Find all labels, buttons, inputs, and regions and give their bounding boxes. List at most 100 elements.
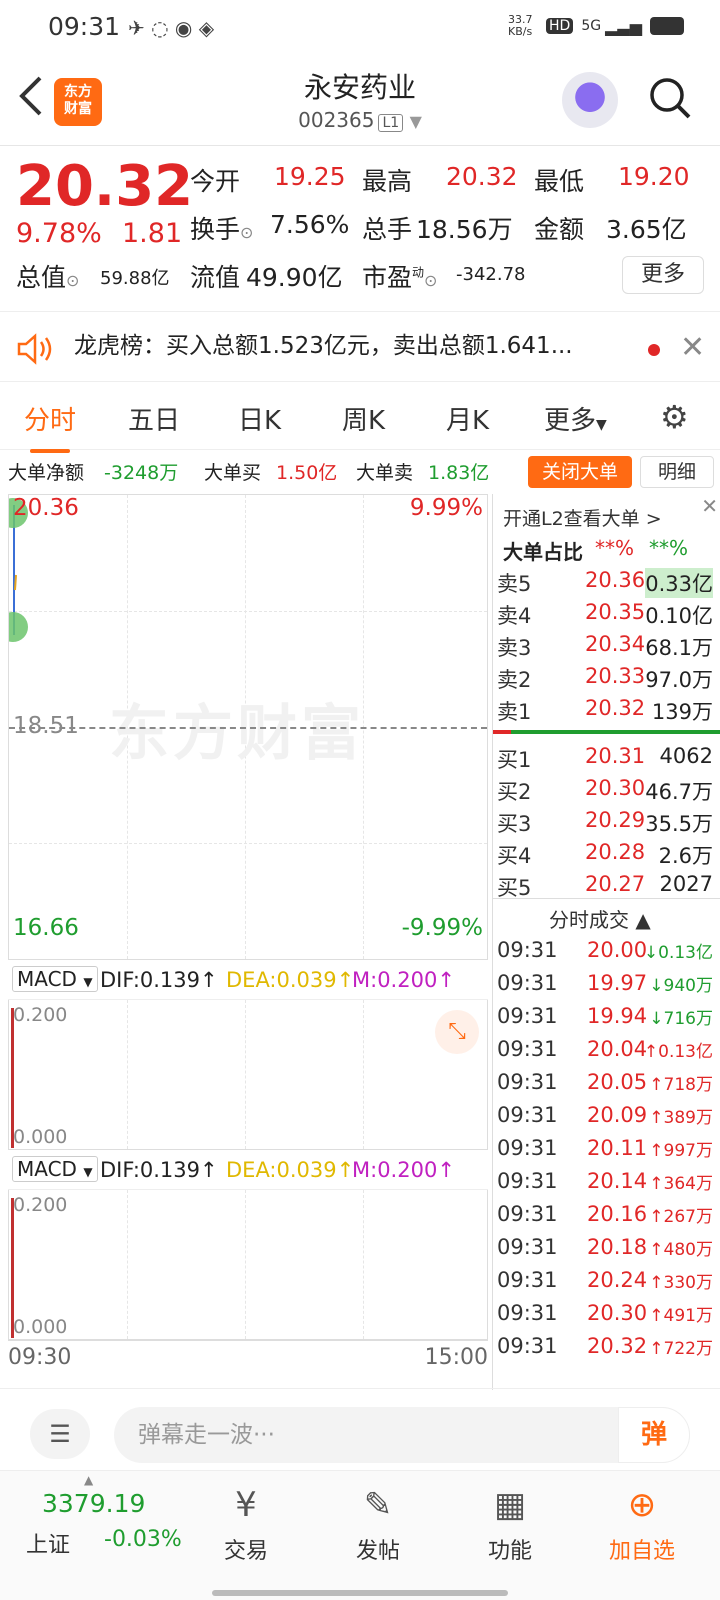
danmu-settings-icon[interactable]: ☰ (30, 1409, 90, 1459)
bid-row[interactable]: 买2 20.30 46.7万 (497, 776, 717, 806)
trade-price: 20.16 (587, 1202, 648, 1226)
pe-sup: 动 (412, 265, 425, 280)
nav-trade[interactable]: ¥ 交易 (196, 1481, 296, 1565)
ask-row[interactable]: 卖1 20.32 139万 (497, 696, 717, 726)
trade-volume: ↑480万 (649, 1240, 713, 1260)
turnover-value: 7.56% (270, 210, 350, 239)
divider (493, 898, 720, 899)
tab-5day[interactable]: 五日 (128, 400, 180, 437)
bottom-pct-label: -9.99% (401, 915, 483, 941)
bid-row[interactable]: 买4 20.28 2.6万 (497, 840, 717, 870)
book-ratio-bar (493, 730, 720, 734)
volume-value: 18.56万 (416, 215, 513, 244)
info-icon[interactable]: ⊙ (424, 271, 437, 290)
trade-volume: ↓940万 (649, 976, 713, 996)
info-icon[interactable]: ⊙ (66, 271, 79, 290)
m-text: M:0.200 (352, 1158, 438, 1182)
nav-add-watchlist[interactable]: ⊕ 加自选 (592, 1481, 692, 1565)
trade-volume: ↑997万 (649, 1141, 713, 1161)
macd-selector[interactable]: MACD ▼ (12, 1156, 98, 1182)
info-icon[interactable]: ⊙ (240, 223, 253, 242)
close-icon[interactable]: ✕ (680, 330, 705, 365)
bid-volume: 35.5万 (645, 812, 713, 836)
gear-icon[interactable]: ⚙ (660, 398, 689, 436)
search-icon[interactable] (648, 76, 692, 120)
grid-line (245, 1000, 246, 1149)
tab-week-k[interactable]: 周K (342, 400, 385, 437)
ask-price: 20.33 (585, 664, 646, 688)
status-bar: 09:31 ✈ ◌ ◉ ◈ 33.7 KB/s HD 5G ▂▃▅ (0, 0, 720, 56)
volume-label: 总手 (362, 215, 413, 244)
ai-assistant-icon[interactable] (562, 72, 618, 128)
close-big-order-button[interactable]: 关闭大单 (528, 456, 632, 488)
trades-title[interactable]: 分时成交 ▲ (549, 904, 651, 933)
caret-down-icon: ▼ (83, 1165, 93, 1179)
index-change: -0.03% (104, 1527, 182, 1552)
nav-post[interactable]: ✎ 发帖 (328, 1481, 428, 1565)
macd-header: MACD ▼ DIF:0.139↑ DEA:0.039↑ M:0.200↑ (8, 960, 488, 1000)
edit-icon: ✎ (363, 1485, 393, 1525)
nav-functions[interactable]: ▦ 功能 (460, 1481, 560, 1565)
macd-name: MACD (17, 1157, 77, 1181)
more-button[interactable]: 更多 (622, 256, 704, 294)
trade-time: 09:31 (497, 938, 558, 962)
macd-panel[interactable]: 0.200 0.000 (8, 1190, 488, 1340)
speaker-icon (17, 333, 52, 365)
bid-row[interactable]: 买3 20.29 35.5万 (497, 808, 717, 838)
status-time: 09:31 (48, 12, 121, 41)
l2-link[interactable]: 开通L2查看大单 > (503, 504, 662, 531)
bid-price: 20.30 (585, 776, 646, 800)
ask-row[interactable]: 卖5 20.36 0.33亿 (497, 568, 717, 598)
tab-more[interactable]: 更多▼ (544, 400, 607, 437)
bottom-price-label: 16.66 (13, 915, 79, 941)
macd-name: MACD (17, 967, 77, 991)
nav-functions-label: 功能 (487, 1539, 532, 1564)
trade-price: 20.24 (587, 1268, 648, 1292)
close-icon[interactable]: ✕ (701, 494, 718, 518)
ratio-sell: **% (649, 536, 689, 560)
trade-time: 09:31 (497, 1136, 558, 1160)
big-order-bar: 大单净额 -3248万 大单买 1.50亿 大单卖 1.83亿 关闭大单 明细 (0, 452, 720, 492)
notice-bar[interactable]: 龙虎榜：买入总额1.523亿元，卖出总额1.641... ✕ (0, 312, 720, 382)
expand-icon[interactable]: ⤡ (435, 1010, 479, 1054)
caret-down-icon: ▼ (83, 975, 93, 989)
detail-button[interactable]: 明细 (640, 456, 714, 488)
tab-intraday[interactable]: 分时 (24, 400, 76, 453)
macd-m: M:0.200↑ (352, 1158, 455, 1182)
intraday-chart[interactable]: 东方财富 20.36 9.99% 18.51 16.66 -9.99% (8, 494, 488, 960)
ask-label: 卖1 (497, 700, 532, 724)
low-label: 最低 (534, 167, 585, 196)
stock-code: 002365 (298, 108, 375, 132)
battery-icon (650, 17, 684, 35)
trade-row: 09:31 20.32 ↑722万 (497, 1334, 717, 1366)
ask-row[interactable]: 卖3 20.34 68.1万 (497, 632, 717, 662)
trade-price: 20.32 (587, 1334, 648, 1358)
ask-price: 20.34 (585, 632, 646, 656)
tab-day-k[interactable]: 日K (238, 400, 281, 437)
big-sell-value: 1.83亿 (428, 462, 490, 484)
bid-volume: 4062 (659, 744, 713, 768)
danmu-send-button[interactable]: 弹 (618, 1407, 690, 1463)
bid-row[interactable]: 买1 20.31 4062 (497, 744, 717, 774)
bid-price: 20.31 (585, 744, 646, 768)
plus-circle-icon: ⊕ (627, 1485, 657, 1525)
ask-row[interactable]: 卖4 20.35 0.10亿 (497, 600, 717, 630)
mktcap-label: 总值⊙ (16, 258, 79, 294)
macd-panel[interactable]: 0.200 0.000 ⤡ (8, 1000, 488, 1150)
macd-dif: DIF:0.139↑ (100, 968, 218, 992)
home-indicator[interactable] (212, 1590, 508, 1596)
danmu-input[interactable]: 弹幕走一波··· (114, 1407, 690, 1463)
signal-icon: ▂▃▅ (605, 16, 642, 36)
danmu-bar: ☰ 弹幕走一波··· 弹 (0, 1388, 720, 1470)
bid-volume: 2.6万 (658, 844, 713, 868)
index-value[interactable]: 3379.19 (42, 1489, 145, 1518)
open-label: 今开 (190, 167, 241, 196)
trade-volume: ↑491万 (649, 1306, 713, 1326)
trade-time: 09:31 (497, 1070, 558, 1094)
macd-selector[interactable]: MACD ▼ (12, 966, 98, 992)
ask-row[interactable]: 卖2 20.33 97.0万 (497, 664, 717, 694)
chart-tabs: 分时 五日 日K 周K 月K 更多▼ ⚙ (0, 382, 720, 453)
tab-month-k[interactable]: 月K (446, 400, 489, 437)
ask-volume: 97.0万 (645, 668, 713, 692)
low-value: 19.20 (618, 162, 690, 191)
